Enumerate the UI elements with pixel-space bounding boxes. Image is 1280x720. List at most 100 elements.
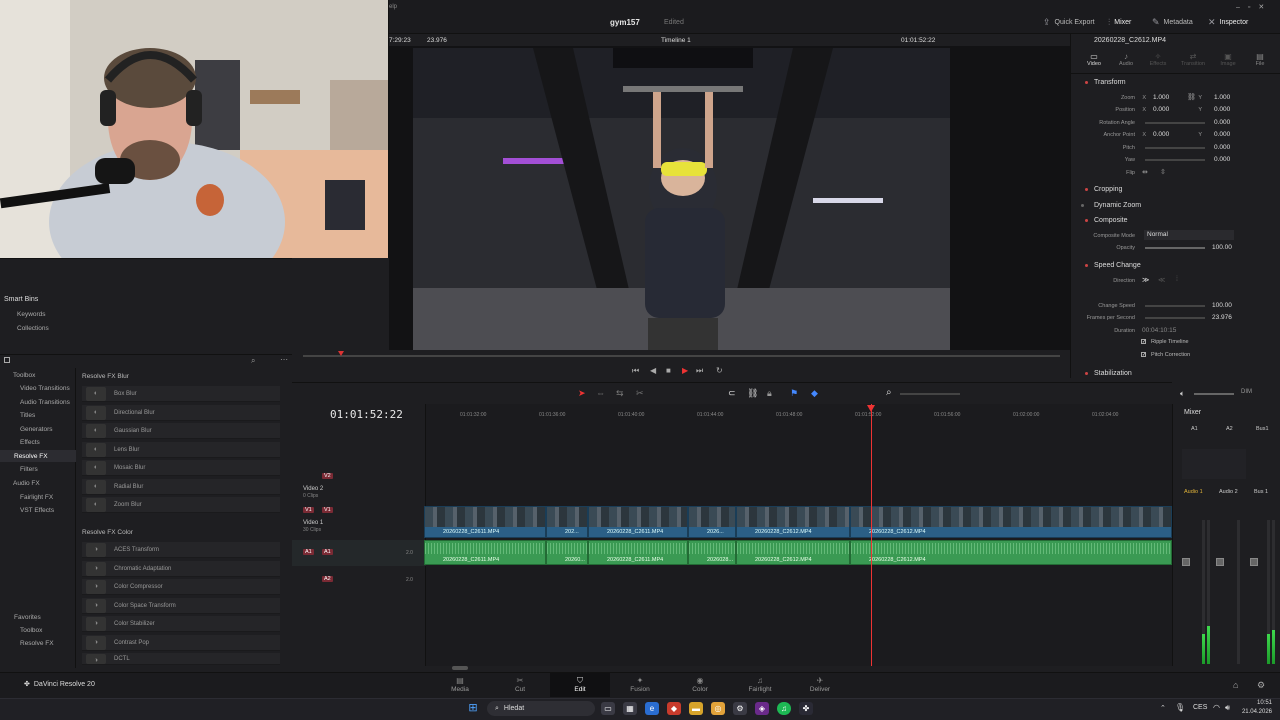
rotation-slider[interactable] — [1145, 122, 1205, 124]
pitch-field[interactable]: 0.000 — [1214, 144, 1230, 151]
brave-browser-icon[interactable]: ◆ — [667, 702, 681, 715]
composite-mode-dropdown[interactable]: Normal — [1144, 230, 1234, 240]
section-cropping[interactable]: Cropping — [1094, 186, 1122, 193]
loop-icon[interactable]: ↻ — [716, 366, 723, 375]
yaw-slider[interactable] — [1145, 159, 1205, 161]
freeze-direction-icon[interactable]: ⁞ — [1176, 276, 1178, 283]
fx-item[interactable]: ◐ Directional Blur — [82, 405, 280, 421]
tree-generators[interactable]: Generators — [20, 426, 53, 433]
section-enabled-dot[interactable] — [1085, 81, 1088, 84]
section-enabled-dot[interactable] — [1085, 264, 1088, 267]
video-clip[interactable]: 20260228_C2611.MP4 — [424, 506, 546, 538]
track-a2-badge[interactable]: A2 — [322, 576, 333, 582]
fx-item[interactable]: ◐ Box Blur — [82, 386, 280, 402]
zoom-icon[interactable]: ⌕ — [886, 387, 892, 398]
file-explorer-icon[interactable]: ▬ — [689, 702, 703, 715]
section-enabled-dot[interactable] — [1085, 372, 1088, 375]
track-v1-target[interactable]: V1 — [303, 507, 314, 513]
section-enabled-dot[interactable] — [1085, 219, 1088, 222]
tree-favorites[interactable]: Favorites — [14, 614, 41, 621]
anchor-y-field[interactable]: 0.000 — [1214, 131, 1230, 138]
opacity-slider[interactable] — [1145, 247, 1205, 249]
deliver-page-icon[interactable]: ✈ — [800, 676, 840, 685]
track-v2-badge[interactable]: V2 — [322, 473, 333, 479]
monitor-volume-slider[interactable] — [1194, 393, 1234, 395]
fx-item[interactable]: ◑ Contrast Pop — [82, 635, 280, 651]
fx-item[interactable]: ◑ ACES Transform — [82, 542, 280, 558]
viewer-scrub-bar[interactable] — [303, 355, 1060, 357]
page-color[interactable]: Color — [680, 686, 720, 693]
fps-field[interactable]: 23.976 — [1212, 314, 1232, 321]
gaming-app-icon[interactable]: ◈ — [755, 702, 769, 715]
calendar-app-icon[interactable]: ▦ — [623, 702, 637, 715]
playhead-handle-icon[interactable] — [867, 405, 875, 412]
settings-gear-icon[interactable]: ⚙ — [1257, 680, 1265, 691]
duration-field[interactable]: 00:04:10:15 — [1142, 327, 1176, 334]
dynamic-trim-icon[interactable]: ⇆ — [616, 388, 624, 399]
page-cut[interactable]: Cut — [500, 686, 540, 693]
section-enabled-dot[interactable] — [1085, 188, 1088, 191]
timeline-name[interactable]: Timeline 1 — [661, 37, 691, 44]
flip-vertical-icon[interactable]: ⇳ — [1160, 168, 1166, 176]
page-media[interactable]: Media — [440, 686, 480, 693]
track-a1-badge[interactable]: A1 — [322, 549, 333, 555]
change-speed-field[interactable]: 100.00 — [1212, 302, 1232, 309]
position-y-field[interactable]: 0.000 — [1214, 106, 1230, 113]
fx-blur-header[interactable]: Resolve FX Blur — [82, 373, 280, 380]
track-a1-target[interactable]: A1 — [303, 549, 314, 555]
search-icon[interactable]: ⌕ — [251, 356, 255, 366]
yaw-field[interactable]: 0.000 — [1214, 156, 1230, 163]
chrome-browser-icon[interactable]: ◎ — [711, 702, 725, 715]
volume-icon[interactable]: 🔊︎ — [1225, 703, 1230, 713]
play-icon[interactable]: ▶ — [682, 366, 688, 375]
tree-filters[interactable]: Filters — [20, 466, 38, 473]
flip-horizontal-icon[interactable]: ⇹ — [1142, 168, 1148, 176]
scrub-playhead-icon[interactable] — [338, 351, 344, 356]
tab-image[interactable]: ▣ Image — [1216, 52, 1240, 67]
tab-file[interactable]: ▤ File — [1248, 52, 1272, 67]
zoom-y-field[interactable]: 1.000 — [1214, 94, 1230, 101]
microphone-icon[interactable]: 🎙︎ — [1175, 703, 1185, 712]
fps-slider[interactable] — [1145, 317, 1205, 319]
tab-audio[interactable]: ♪ Audio — [1114, 52, 1138, 67]
fx-item[interactable]: ◐ Lens Blur — [82, 442, 280, 458]
ripple-timeline-checkbox[interactable]: ✓ — [1141, 339, 1146, 345]
menu-fragment[interactable]: elp — [389, 4, 397, 10]
panel-toggle-icon[interactable] — [4, 357, 10, 363]
video-clip[interactable]: 20260228_C2612.MP4 — [736, 506, 850, 538]
speaker-icon[interactable]: 🔈︎ — [1180, 389, 1185, 399]
smart-bin-collections[interactable]: Collections — [17, 325, 49, 332]
blade-tool-icon[interactable]: ✂ — [636, 388, 644, 399]
mixer-fader-a2[interactable] — [1216, 558, 1224, 566]
quick-export-button[interactable]: ⇪ Quick Export — [1043, 17, 1095, 28]
language-indicator[interactable]: CES — [1193, 704, 1207, 711]
page-fusion[interactable]: Fusion — [620, 686, 660, 693]
inspector-toggle-button[interactable]: ✕ Inspector — [1208, 17, 1248, 28]
tree-fairlight-fx[interactable]: Fairlight FX — [20, 494, 53, 501]
fairlight-page-icon[interactable]: ♫ — [740, 676, 780, 685]
edit-page-icon[interactable]: ⛉ — [560, 676, 600, 686]
home-icon[interactable]: ⌂ — [1233, 680, 1238, 690]
tree-video-transitions[interactable]: Video Transitions — [20, 385, 70, 392]
windows-start-icon[interactable]: ⊞ — [466, 702, 480, 715]
audio-clip[interactable]: 20260228_C2611.MP4 — [424, 540, 546, 565]
window-controls[interactable]: –▫✕ — [1236, 3, 1272, 11]
taskbar-date[interactable]: 21.04.2026 — [1240, 709, 1272, 715]
wifi-icon[interactable]: ◠ — [1213, 703, 1220, 712]
video-clip[interactable]: 20260228_C2612.MP4 — [850, 506, 1172, 538]
opacity-field[interactable]: 100.00 — [1212, 244, 1232, 251]
fx-item[interactable]: ◑ Color Stabilizer — [82, 616, 280, 632]
section-stabilization[interactable]: Stabilization — [1094, 370, 1132, 377]
fx-color-header[interactable]: Resolve FX Color — [82, 529, 280, 536]
mixer-fader-bus1[interactable] — [1250, 558, 1258, 566]
tree-titles[interactable]: Titles — [20, 412, 35, 419]
tree-audio-transitions[interactable]: Audio Transitions — [20, 399, 70, 406]
fx-item[interactable]: ◑ Chromatic Adaptation — [82, 561, 280, 577]
timeline-zoom-slider[interactable] — [900, 393, 960, 395]
davinci-taskbar-icon[interactable]: ✤ — [799, 702, 813, 715]
section-composite[interactable]: Composite — [1094, 217, 1127, 224]
lock-icon[interactable]: 🔒︎ — [767, 388, 772, 399]
mixer-toggle-button[interactable]: ⫶ Mixer — [1108, 17, 1131, 28]
cut-page-icon[interactable]: ✂ — [500, 676, 540, 685]
marker-icon[interactable]: ◆ — [811, 388, 818, 399]
